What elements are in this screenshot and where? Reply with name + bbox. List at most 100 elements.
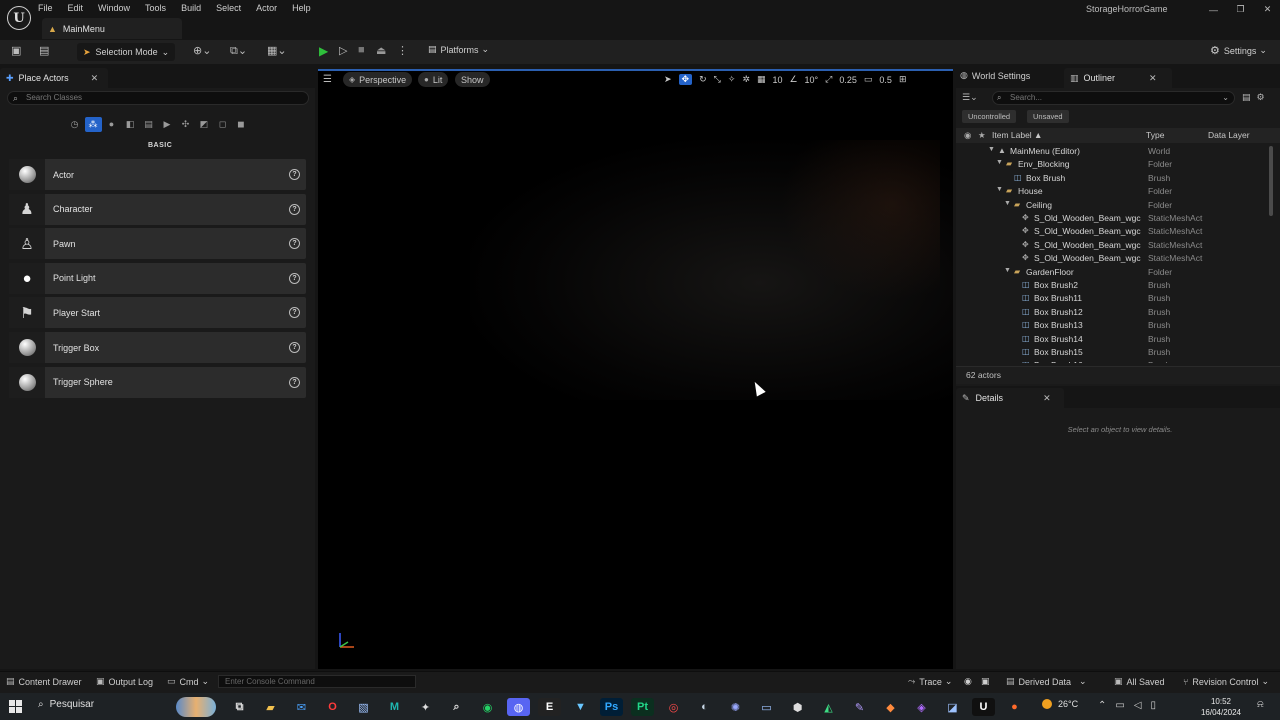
- visibility-eye-icon[interactable]: ◉: [964, 130, 971, 141]
- all-saved-button[interactable]: ▣ All Saved: [1114, 676, 1165, 687]
- show-button[interactable]: Show: [455, 72, 490, 87]
- content-browser-icon[interactable]: ▤: [39, 44, 49, 57]
- tree-row[interactable]: ◫ Box Brush12 Brush: [956, 306, 1268, 319]
- menu-file[interactable]: File: [38, 3, 53, 13]
- menu-edit[interactable]: Edit: [68, 3, 84, 13]
- perspective-button[interactable]: ◈ Perspective: [343, 72, 413, 87]
- tree-row[interactable]: ▼ ▲ MainMenu (Editor) World: [956, 145, 1268, 158]
- task-view-icon[interactable]: ⧉: [228, 698, 251, 716]
- save-icon[interactable]: ▣: [11, 44, 21, 57]
- vpn-icon[interactable]: ▼: [569, 698, 592, 716]
- actor-item[interactable]: ♟ Character?: [9, 193, 306, 225]
- maya-icon[interactable]: M: [383, 698, 406, 716]
- menu-window[interactable]: Window: [98, 3, 130, 13]
- help-icon[interactable]: ?: [289, 203, 300, 215]
- help-icon[interactable]: ?: [289, 238, 300, 250]
- platforms-dropdown[interactable]: ▤ Platforms ⌄: [428, 44, 489, 55]
- expand-arrow-icon[interactable]: ▼: [988, 146, 995, 153]
- tree-row[interactable]: ◫ Box Brush2 Brush: [956, 279, 1268, 292]
- play-button[interactable]: ▶: [319, 44, 328, 58]
- pin-star-icon[interactable]: ★: [978, 130, 986, 141]
- expand-arrow-icon[interactable]: ▼: [996, 186, 1003, 193]
- console-input[interactable]: Enter Console Command: [218, 675, 416, 688]
- notification-bell-icon[interactable]: ⍾: [1257, 699, 1264, 710]
- figma-icon[interactable]: ✎: [848, 698, 871, 716]
- tree-row[interactable]: ◫ Box Brush15 Brush: [956, 346, 1268, 359]
- tab-world-settings[interactable]: ◍ World Settings: [960, 70, 1030, 81]
- tree-row[interactable]: ▼ ▰ Ceiling Folder: [956, 199, 1268, 212]
- help-icon[interactable]: ?: [289, 307, 300, 319]
- volume-icon[interactable]: ◁: [1134, 700, 1142, 711]
- grid-snap-value[interactable]: 10: [772, 75, 782, 85]
- tree-row[interactable]: ◫ Box Brush11 Brush: [956, 292, 1268, 305]
- opera-icon[interactable]: O: [321, 698, 344, 716]
- tree-row[interactable]: ◫ Box Brush Brush: [956, 172, 1268, 185]
- outliner-search-input[interactable]: ⌕ Search... ⌄: [992, 91, 1235, 105]
- pycharm-icon[interactable]: Pt: [631, 698, 654, 716]
- rotate-tool-icon[interactable]: ↻: [699, 74, 707, 85]
- add-folder-icon[interactable]: ▤: [1242, 92, 1251, 103]
- shapes-icon[interactable]: ◧: [122, 117, 139, 132]
- cinematic-icon[interactable]: ▤: [140, 117, 157, 132]
- camera-capture-icon[interactable]: ▣: [981, 676, 990, 687]
- unreal-icon[interactable]: U: [972, 698, 995, 716]
- tab-details[interactable]: ✎ Details ✕: [956, 388, 1064, 408]
- help-icon[interactable]: ?: [289, 169, 300, 180]
- whatsapp-icon[interactable]: ◉: [476, 698, 499, 716]
- purple-app-icon[interactable]: ◈: [910, 698, 933, 716]
- scale-tool-icon[interactable]: ⤡: [714, 74, 721, 85]
- mail-icon[interactable]: ✉: [290, 698, 313, 716]
- tab-outliner[interactable]: ▥ Outliner ✕: [1064, 68, 1172, 88]
- menu-build[interactable]: Build: [181, 3, 201, 13]
- tree-row[interactable]: ✥ S_Old_Wooden_Beam_wgc StaticMeshAct: [956, 252, 1268, 265]
- actor-item[interactable]: Trigger Sphere?: [9, 366, 306, 398]
- extra-category-icon[interactable]: ◼: [233, 117, 250, 132]
- notes-app-icon[interactable]: ◪: [941, 698, 964, 716]
- scale-snap-value[interactable]: 0.25: [839, 75, 857, 85]
- menu-actor[interactable]: Actor: [256, 3, 277, 13]
- tree-row[interactable]: ◫ Box Brush16 Brush: [956, 359, 1268, 363]
- gear-icon[interactable]: ⚙: [1257, 92, 1265, 103]
- windows-start-icon[interactable]: [9, 700, 22, 713]
- close-icon[interactable]: ✕: [91, 73, 99, 84]
- settings-app-icon[interactable]: ✺: [724, 698, 747, 716]
- unsaved-chip[interactable]: Unsaved: [1027, 110, 1069, 123]
- menu-tools[interactable]: Tools: [145, 3, 166, 13]
- scale-snap-icon[interactable]: ⤢: [825, 74, 832, 85]
- blueprint-icon[interactable]: ⧉⌄: [230, 44, 247, 58]
- rotation-snap-value[interactable]: 10°: [805, 75, 819, 85]
- camera-speed-icon[interactable]: ▭: [864, 74, 873, 85]
- selection-mode-dropdown[interactable]: ➤ Selection Mode ⌄: [77, 43, 176, 61]
- move-tool-icon[interactable]: ✥: [678, 74, 693, 85]
- expand-arrow-icon[interactable]: ▼: [1004, 267, 1011, 274]
- help-icon[interactable]: ?: [289, 342, 300, 353]
- cinematics-icon[interactable]: ▦⌄: [267, 44, 287, 57]
- unreal-logo-icon[interactable]: U: [7, 6, 31, 30]
- visual-effects-icon[interactable]: ▶: [159, 117, 176, 132]
- android-icon[interactable]: ◭: [817, 698, 840, 716]
- uncontrolled-chip[interactable]: Uncontrolled: [962, 110, 1017, 123]
- tree-row[interactable]: ▼ ▰ House Folder: [956, 185, 1268, 198]
- more-options-icon[interactable]: ⋮: [397, 44, 408, 57]
- column-type[interactable]: Type: [1146, 130, 1164, 140]
- revision-control-dropdown[interactable]: ⑂ Revision Control ⌄: [1183, 676, 1269, 687]
- content-drawer-button[interactable]: ▤ Content Drawer: [6, 676, 82, 687]
- weather-widget[interactable]: 26°C: [1042, 699, 1078, 709]
- select-tool-icon[interactable]: ➤: [664, 74, 672, 85]
- actor-item[interactable]: ● Point Light?: [9, 262, 306, 294]
- lights-icon[interactable]: ●: [103, 117, 120, 132]
- help-icon[interactable]: ?: [289, 272, 300, 284]
- viewport-menu-icon[interactable]: ☰: [323, 74, 332, 85]
- step-icon[interactable]: ▷: [339, 44, 347, 57]
- lit-button[interactable]: ● Lit: [418, 72, 449, 87]
- maximize-button[interactable]: ❐: [1227, 4, 1254, 15]
- menu-select[interactable]: Select: [216, 3, 241, 13]
- camera-speed-value[interactable]: 0.5: [879, 75, 892, 85]
- record-icon[interactable]: ◉: [964, 676, 972, 687]
- stop-icon[interactable]: ■: [358, 44, 365, 56]
- chevron-up-icon[interactable]: ⌃: [1098, 700, 1106, 711]
- trace-dropdown[interactable]: ⤳ Trace ⌄: [908, 676, 952, 687]
- tree-row[interactable]: ▼ ▰ Env_Blocking Folder: [956, 158, 1268, 171]
- close-icon[interactable]: ✕: [1149, 73, 1157, 84]
- creative-cloud-icon[interactable]: ◎: [662, 698, 685, 716]
